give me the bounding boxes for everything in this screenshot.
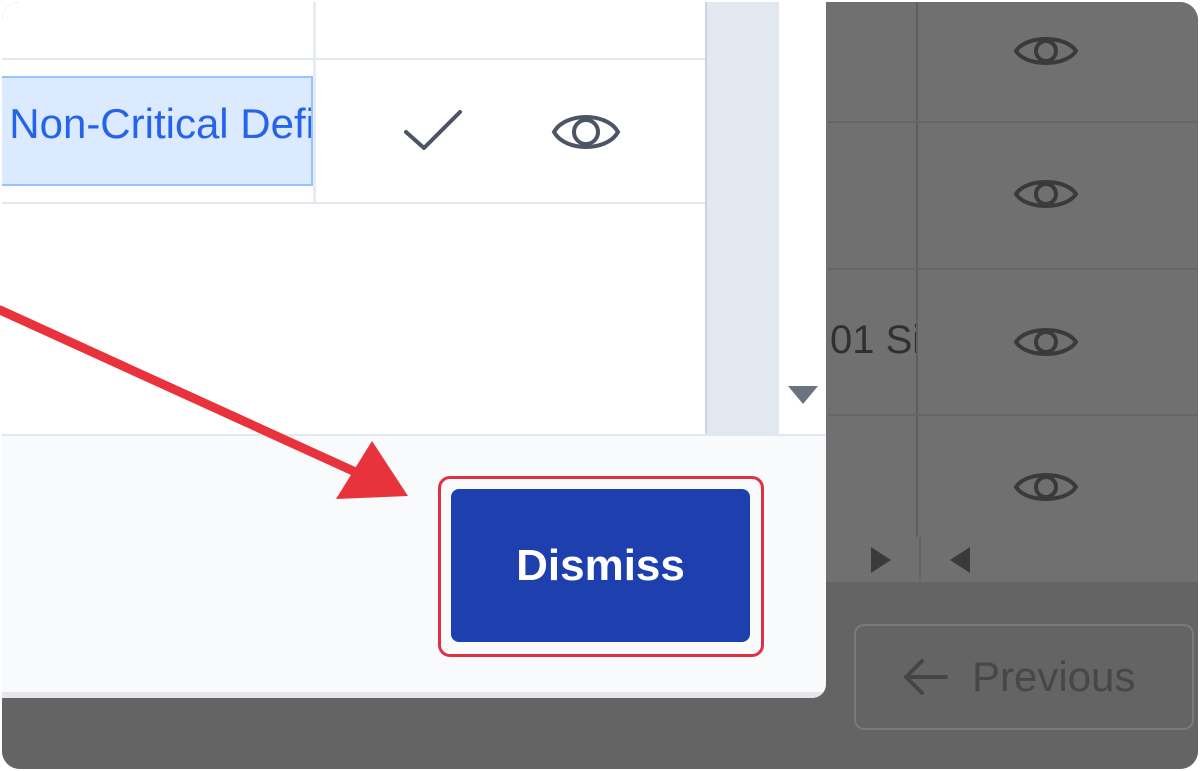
- scroll-down-icon[interactable]: [788, 386, 818, 404]
- horizontal-scroll-track[interactable]: [705, 2, 779, 434]
- eye-icon[interactable]: [550, 106, 622, 158]
- triangle-right-icon[interactable]: [871, 547, 891, 573]
- selected-table-cell[interactable]: Non-Critical Defi: [2, 76, 313, 186]
- check-icon: [400, 106, 466, 156]
- selected-cell-text: Non-Critical Defi: [9, 100, 313, 147]
- triangle-left-icon[interactable]: [950, 547, 970, 573]
- background-cell-text: 01 Si: [830, 318, 916, 362]
- previous-button-label: Previous: [972, 653, 1136, 700]
- eye-icon[interactable]: [1012, 29, 1080, 73]
- background-row-divider: [828, 414, 1198, 416]
- table-row-divider: [2, 58, 705, 60]
- vertical-scrollbar[interactable]: [779, 2, 826, 434]
- background-row-divider: [828, 121, 1198, 123]
- background-footer-separator: [919, 537, 921, 582]
- table-column-divider: [313, 60, 316, 202]
- modal-dialog: Non-Critical Defi Dismiss: [2, 2, 826, 698]
- background-row-divider: [828, 268, 1198, 270]
- table-column-divider: [313, 2, 316, 58]
- eye-icon[interactable]: [1012, 320, 1080, 364]
- eye-icon[interactable]: [1012, 172, 1080, 216]
- eye-icon[interactable]: [1012, 465, 1080, 509]
- previous-button[interactable]: Previous: [854, 624, 1194, 730]
- modal-table: Non-Critical Defi: [2, 2, 705, 434]
- arrow-left-icon: [904, 659, 948, 695]
- screenshot-frame: 01 Si Previous Non-Critical Defi Dismiss: [2, 2, 1198, 769]
- table-row-divider: [2, 202, 705, 204]
- modal-bottom-edge: [2, 692, 826, 698]
- dismiss-button[interactable]: Dismiss: [451, 489, 750, 642]
